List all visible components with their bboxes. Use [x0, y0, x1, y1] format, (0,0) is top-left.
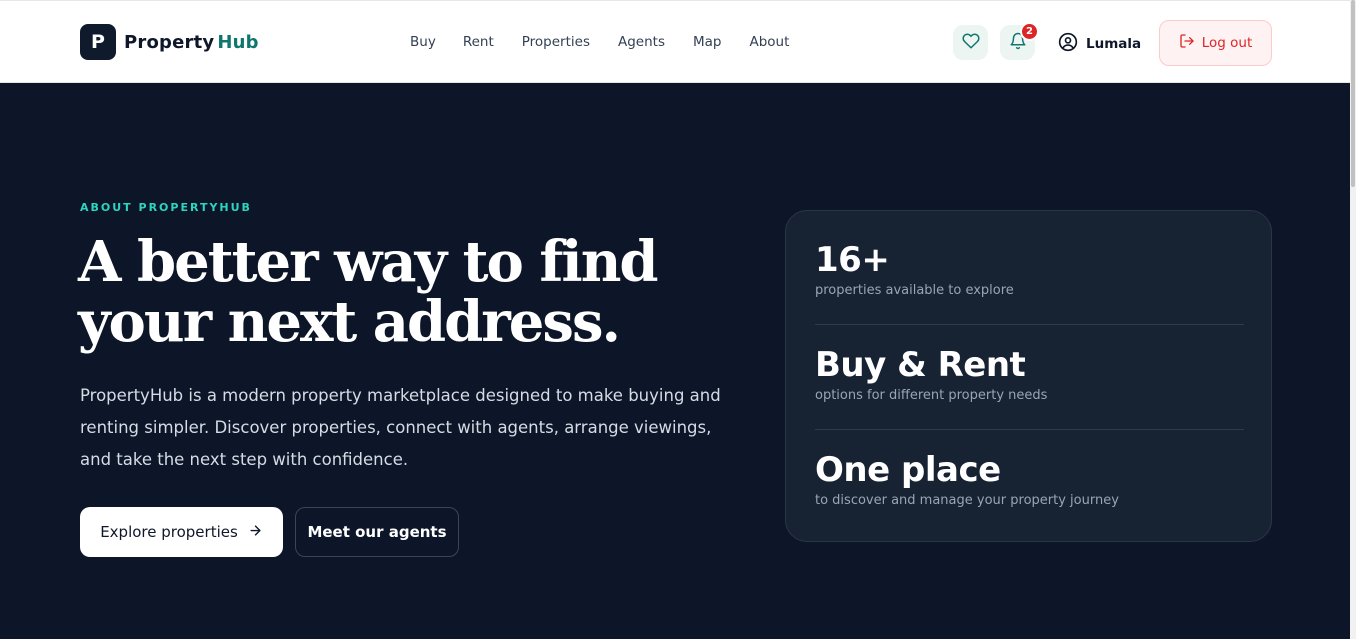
stat-value: One place	[815, 450, 1001, 490]
stat-properties: 16+ properties available to explore	[815, 239, 1244, 298]
stat-divider	[815, 324, 1244, 325]
nav-properties[interactable]: Properties	[522, 34, 590, 50]
stat-one-place: One place to discover and manage your pr…	[815, 449, 1244, 508]
intro-line-1: PropertyHub is a modern property marketp…	[80, 386, 721, 405]
arrow-right-icon	[248, 523, 263, 542]
nav-agents[interactable]: Agents	[618, 34, 665, 50]
explore-properties-label: Explore properties	[100, 523, 238, 541]
logout-icon	[1179, 33, 1195, 53]
intro-line-3: and take the next step with confidence.	[80, 450, 409, 469]
hero-eyebrow: ABOUT PROPERTYHUB	[80, 201, 252, 214]
favorites-button[interactable]	[953, 25, 988, 60]
hero-intro: PropertyHub is a modern property marketp…	[80, 380, 740, 476]
stat-buy-rent: Buy & Rent options for different propert…	[815, 344, 1244, 403]
user-name: Lumala	[1086, 36, 1142, 52]
logo-word-hub: Hub	[217, 31, 259, 53]
meet-agents-button[interactable]: Meet our agents	[295, 507, 459, 557]
heart-icon	[961, 32, 980, 54]
logo-mark: P	[80, 24, 116, 60]
meet-agents-label: Meet our agents	[307, 523, 447, 541]
nav-buy[interactable]: Buy	[410, 34, 436, 50]
nav-rent[interactable]: Rent	[463, 34, 494, 50]
nav-about[interactable]: About	[749, 34, 789, 50]
headline-line-2: your next address.	[78, 289, 621, 355]
site-logo[interactable]: P Property Hub	[80, 24, 259, 60]
explore-properties-button[interactable]: Explore properties	[80, 507, 283, 557]
user-circle-icon	[1058, 32, 1078, 56]
stat-caption: options for different property needs	[815, 388, 1048, 403]
logout-label: Log out	[1201, 35, 1253, 51]
stat-value: Buy & Rent	[815, 345, 1026, 385]
stat-caption: properties available to explore	[815, 283, 1014, 298]
notifications-button[interactable]: 2	[1000, 22, 1039, 60]
stats-card: 16+ properties available to explore Buy …	[785, 210, 1272, 542]
stat-divider	[815, 429, 1244, 430]
logo-word-property: Property	[124, 31, 215, 53]
top-navbar: P Property Hub Buy Rent Properties Agents…	[0, 0, 1350, 83]
hero-headline: A better way to find your next address.	[78, 232, 738, 352]
logo-text: Property Hub	[124, 32, 259, 53]
intro-line-2: renting simpler. Discover properties, co…	[80, 418, 712, 437]
stat-caption: to discover and manage your property jou…	[815, 493, 1119, 508]
scrollbar-thumb[interactable]	[1351, 0, 1355, 187]
nav-map[interactable]: Map	[693, 34, 722, 50]
main-nav: Buy Rent Properties Agents Map About	[410, 34, 817, 50]
logout-button[interactable]: Log out	[1159, 20, 1272, 66]
notification-badge: 2	[1020, 22, 1039, 41]
stat-value: 16+	[815, 240, 890, 280]
headline-line-1: A better way to find	[78, 229, 659, 295]
user-menu[interactable]: Lumala	[1058, 32, 1141, 56]
